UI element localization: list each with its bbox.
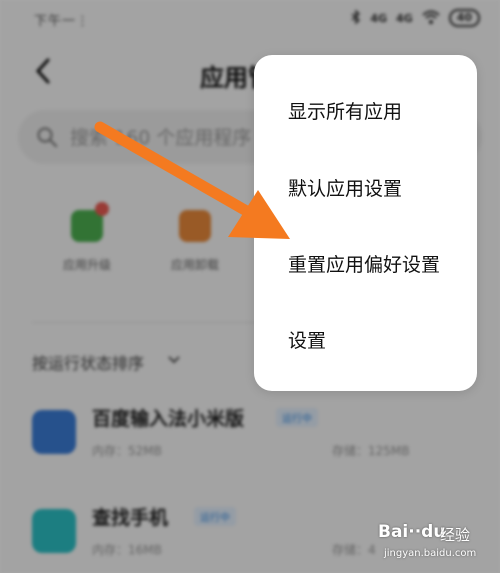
watermark-brand: Bai··du bbox=[378, 522, 446, 542]
baidu-jingyan-watermark: Bai··du 经验 jingyan.baidu.com bbox=[378, 522, 496, 570]
menu-item-reset-app-preferences[interactable]: 重置应用偏好设置 bbox=[288, 250, 440, 277]
watermark-url: jingyan.baidu.com bbox=[384, 548, 477, 559]
menu-item-default-apps[interactable]: 默认应用设置 bbox=[288, 174, 402, 201]
watermark-suffix: 经验 bbox=[440, 526, 471, 544]
menu-item-show-all-apps[interactable]: 显示所有应用 bbox=[288, 97, 402, 124]
menu-item-settings[interactable]: 设置 bbox=[288, 326, 326, 353]
options-menu: 显示所有应用 默认应用设置 重置应用偏好设置 设置 bbox=[254, 55, 477, 391]
